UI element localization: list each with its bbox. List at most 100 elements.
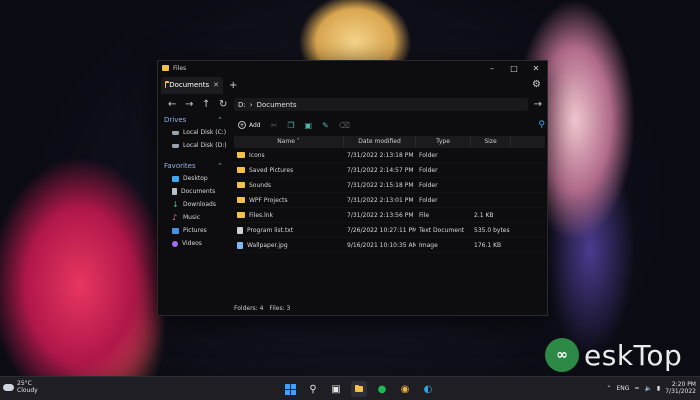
desktop-icon xyxy=(172,175,179,182)
sidebar-item-local-disk-c[interactable]: Local Disk (C:) xyxy=(158,126,230,139)
copy-icon[interactable]: ❐ xyxy=(287,121,294,130)
table-row[interactable]: Saved Pictures 7/31/2022 2:14:57 PM Fold… xyxy=(234,163,545,178)
file-count: Files: 3 xyxy=(269,305,291,312)
sidebar-item-videos[interactable]: Videos xyxy=(158,237,230,250)
refresh-icon[interactable]: ↻ xyxy=(219,99,227,110)
drives-header-label: Drives xyxy=(164,116,187,124)
pictures-icon xyxy=(172,227,179,234)
task-view-icon[interactable]: ▣ xyxy=(328,381,344,397)
column-header-name[interactable]: Name ˄ xyxy=(234,136,344,148)
search-icon[interactable]: ⚲ xyxy=(538,120,545,130)
file-list-pane: + Add ✂ ❐ ▣ ✎ ⌫ ⚲ Name ˄ Date modified T… xyxy=(234,114,545,299)
file-table: Name ˄ Date modified Type Size Icons 7/3… xyxy=(234,136,545,253)
cloud-icon xyxy=(3,383,14,391)
file-name: Wallpaper.jpg xyxy=(247,241,288,249)
system-tray: ⌃ ENG ≈ 🔈 ▮ 2:20 PM 7/31/2022 xyxy=(606,381,696,395)
gear-icon[interactable]: ⚙ xyxy=(532,79,541,90)
weather-widget[interactable]: 25°C Cloudy xyxy=(3,380,38,394)
downloads-icon: ↓ xyxy=(172,200,179,209)
battery-icon[interactable]: ▮ xyxy=(657,385,660,392)
minimize-icon[interactable]: – xyxy=(481,61,503,75)
folder-count: Folders: 4 xyxy=(234,305,264,312)
new-tab-icon[interactable]: + xyxy=(229,80,237,91)
address-drive[interactable]: D: xyxy=(238,101,246,109)
taskbar: 25°C Cloudy ⚲ ▣ ● ◉ ◐ ⌃ ENG ≈ 🔈 ▮ 2:20 P… xyxy=(0,376,700,400)
image-file-icon xyxy=(237,241,243,249)
address-folder[interactable]: Documents xyxy=(257,101,297,109)
table-row[interactable]: Program list.txt 7/26/2022 10:27:11 PM T… xyxy=(234,223,545,238)
favorites-header-label: Favorites xyxy=(164,162,196,170)
chevron-up-icon[interactable]: ⌃ xyxy=(217,116,223,124)
drive-icon xyxy=(172,130,179,135)
table-row[interactable]: Sounds 7/31/2022 2:15:18 PM Folder xyxy=(234,178,545,193)
maximize-icon[interactable]: □ xyxy=(503,61,525,75)
sidebar-item-label: Pictures xyxy=(183,227,207,234)
sidebar-item-documents[interactable]: Documents xyxy=(158,185,230,198)
rename-icon[interactable]: ✎ xyxy=(322,121,329,130)
shortcut-folder-icon xyxy=(237,211,245,218)
sidebar-item-downloads[interactable]: ↓ Downloads xyxy=(158,198,230,211)
file-size: 535.0 bytes xyxy=(474,226,510,234)
start-button[interactable] xyxy=(282,381,298,397)
table-row[interactable]: WPF Projects 7/31/2022 2:13:01 PM Folder xyxy=(234,193,545,208)
file-type: File xyxy=(419,211,430,219)
file-date: 7/31/2022 2:13:01 PM xyxy=(347,196,414,204)
sidebar-item-desktop[interactable]: Desktop xyxy=(158,172,230,185)
edge-icon[interactable]: ◐ xyxy=(420,381,436,397)
volume-icon[interactable]: 🔈 xyxy=(644,385,651,392)
wifi-icon[interactable]: ≈ xyxy=(634,385,639,392)
column-header-type[interactable]: Type xyxy=(416,136,471,148)
folder-icon xyxy=(237,181,245,188)
delete-icon[interactable]: ⌫ xyxy=(339,121,350,130)
file-name: Saved Pictures xyxy=(249,166,294,174)
windows-logo-icon xyxy=(284,383,296,395)
sidebar-item-label: Local Disk (D:) xyxy=(183,142,227,149)
tab-documents[interactable]: Documents ✕ xyxy=(161,76,223,94)
chevron-up-icon[interactable]: ⌃ xyxy=(217,162,223,170)
title-bar[interactable]: Files – □ ✕ xyxy=(158,61,547,75)
table-row[interactable]: Files.lnk 7/31/2022 2:13:56 PM File 2.1 … xyxy=(234,208,545,223)
sidebar-item-label: Local Disk (C:) xyxy=(183,129,227,136)
folder-icon xyxy=(237,166,245,173)
cut-icon[interactable]: ✂ xyxy=(271,121,278,130)
go-arrow-icon[interactable]: → xyxy=(534,99,542,110)
column-header-date[interactable]: Date modified xyxy=(344,136,416,148)
text-file-icon xyxy=(237,226,243,234)
forward-arrow-icon[interactable]: → xyxy=(185,99,193,110)
up-arrow-icon[interactable]: ↑ xyxy=(202,99,210,110)
address-bar[interactable]: D: › Documents xyxy=(234,98,528,111)
add-button[interactable]: + Add xyxy=(238,121,261,129)
weather-description: Cloudy xyxy=(17,387,38,394)
file-date: 7/31/2022 2:14:57 PM xyxy=(347,166,414,174)
close-icon[interactable]: ✕ xyxy=(525,61,547,75)
sidebar-item-music[interactable]: ♪ Music xyxy=(158,211,230,224)
sidebar-item-local-disk-d[interactable]: Local Disk (D:) xyxy=(158,139,230,152)
files-app-icon[interactable] xyxy=(351,381,367,397)
file-date: 9/16/2021 10:10:35 AM xyxy=(347,241,416,249)
column-header-size[interactable]: Size xyxy=(471,136,511,148)
chevron-up-icon[interactable]: ⌃ xyxy=(606,385,611,392)
videos-icon xyxy=(172,240,178,247)
folder-icon xyxy=(237,196,245,203)
watermark-text: eskTop xyxy=(584,338,683,372)
language-indicator[interactable]: ENG xyxy=(616,385,629,392)
paste-icon[interactable]: ▣ xyxy=(305,121,313,130)
spotify-icon[interactable]: ● xyxy=(374,381,390,397)
chrome-icon[interactable]: ◉ xyxy=(397,381,413,397)
favorites-header[interactable]: Favorites ⌃ xyxy=(158,160,230,172)
toolbar: + Add ✂ ❐ ▣ ✎ ⌫ ⚲ xyxy=(234,114,545,136)
plus-icon: + xyxy=(238,121,246,129)
window-controls: – □ ✕ xyxy=(481,61,547,75)
tab-label: Documents xyxy=(169,81,210,89)
file-type: Folder xyxy=(419,151,438,159)
table-row[interactable]: Icons 7/31/2022 2:13:18 PM Folder xyxy=(234,148,545,163)
search-taskbar-icon[interactable]: ⚲ xyxy=(305,381,321,397)
sidebar-item-pictures[interactable]: Pictures xyxy=(158,224,230,237)
file-type: Text Document xyxy=(419,226,465,234)
tab-bar: Documents ✕ + ⚙ xyxy=(158,75,547,95)
clock[interactable]: 2:20 PM 7/31/2022 xyxy=(665,381,696,395)
table-row[interactable]: Wallpaper.jpg 9/16/2021 10:10:35 AM Imag… xyxy=(234,238,545,253)
drives-header[interactable]: Drives ⌃ xyxy=(158,114,230,126)
back-arrow-icon[interactable]: ← xyxy=(168,99,176,110)
tab-close-icon[interactable]: ✕ xyxy=(213,81,219,89)
